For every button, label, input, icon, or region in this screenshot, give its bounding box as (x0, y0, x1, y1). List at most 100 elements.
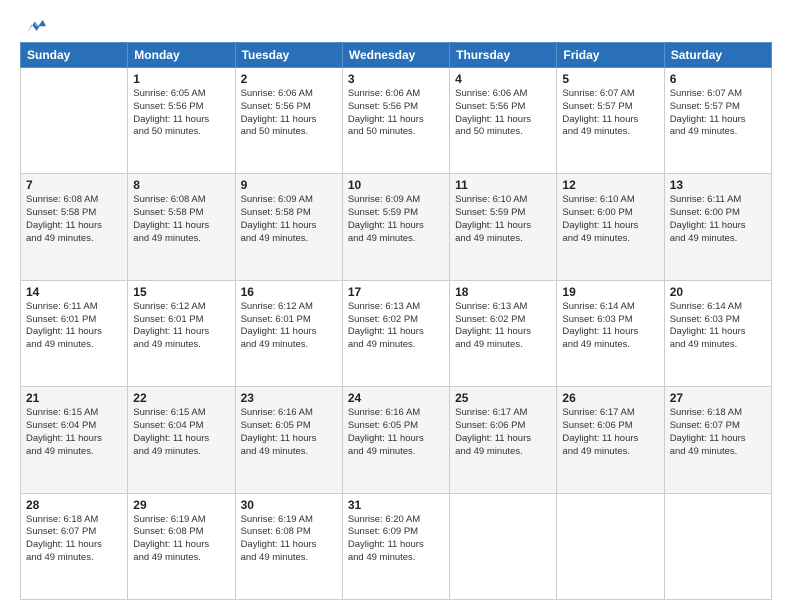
calendar-cell: 24 Sunrise: 6:16 AM Sunset: 6:05 PM Dayli… (342, 387, 449, 493)
day-info: Sunrise: 6:11 AM Sunset: 6:00 PM Dayligh… (670, 194, 766, 245)
day-info: Sunrise: 6:10 AM Sunset: 6:00 PM Dayligh… (562, 194, 658, 245)
day-number: 9 (241, 178, 337, 192)
calendar-cell: 15 Sunrise: 6:12 AM Sunset: 6:01 PM Dayli… (128, 280, 235, 386)
day-info: Sunrise: 6:12 AM Sunset: 6:01 PM Dayligh… (133, 301, 229, 352)
weekday-header-friday: Friday (557, 43, 664, 68)
day-info: Sunrise: 6:11 AM Sunset: 6:01 PM Dayligh… (26, 301, 122, 352)
day-info: Sunrise: 6:13 AM Sunset: 6:02 PM Dayligh… (348, 301, 444, 352)
calendar-table: SundayMondayTuesdayWednesdayThursdayFrid… (20, 42, 772, 600)
day-number: 16 (241, 285, 337, 299)
calendar-cell (21, 68, 128, 174)
day-number: 29 (133, 498, 229, 512)
calendar-week-row: 21Sunrise: 6:15 AM Sunset: 6:04 PM Dayli… (21, 387, 772, 493)
calendar-cell: 11Sunrise: 6:10 AM Sunset: 5:59 PM Dayli… (450, 174, 557, 280)
day-number: 15 (133, 285, 229, 299)
day-number: 18 (455, 285, 551, 299)
day-number: 19 (562, 285, 658, 299)
calendar-cell: 6 Sunrise: 6:07 AM Sunset: 5:57 PM Daylig… (664, 68, 771, 174)
day-info: Sunrise: 6:08 AM Sunset: 5:58 PM Dayligh… (133, 194, 229, 245)
calendar-cell: 30 Sunrise: 6:19 AM Sunset: 6:08 PM Dayli… (235, 493, 342, 599)
calendar-cell: 5 Sunrise: 6:07 AM Sunset: 5:57 PM Daylig… (557, 68, 664, 174)
day-number: 26 (562, 391, 658, 405)
weekday-header-monday: Monday (128, 43, 235, 68)
calendar-cell: 18 Sunrise: 6:13 AM Sunset: 6:02 PM Dayli… (450, 280, 557, 386)
day-info: Sunrise: 6:16 AM Sunset: 6:05 PM Dayligh… (241, 407, 337, 458)
day-number: 6 (670, 72, 766, 86)
page: SundayMondayTuesdayWednesdayThursdayFrid… (0, 0, 792, 612)
day-number: 20 (670, 285, 766, 299)
calendar-cell: 25 Sunrise: 6:17 AM Sunset: 6:06 PM Dayli… (450, 387, 557, 493)
day-info: Sunrise: 6:14 AM Sunset: 6:03 PM Dayligh… (670, 301, 766, 352)
weekday-header-saturday: Saturday (664, 43, 771, 68)
day-info: Sunrise: 6:17 AM Sunset: 6:06 PM Dayligh… (562, 407, 658, 458)
calendar-cell (450, 493, 557, 599)
day-number: 1 (133, 72, 229, 86)
day-number: 27 (670, 391, 766, 405)
calendar-cell: 13 Sunrise: 6:11 AM Sunset: 6:00 PM Dayli… (664, 174, 771, 280)
day-number: 5 (562, 72, 658, 86)
weekday-header-thursday: Thursday (450, 43, 557, 68)
calendar-cell: 16 Sunrise: 6:12 AM Sunset: 6:01 PM Dayli… (235, 280, 342, 386)
calendar-cell: 28 Sunrise: 6:18 AM Sunset: 6:07 PM Dayli… (21, 493, 128, 599)
day-number: 23 (241, 391, 337, 405)
day-info: Sunrise: 6:07 AM Sunset: 5:57 PM Dayligh… (670, 88, 766, 139)
calendar-cell: 20 Sunrise: 6:14 AM Sunset: 6:03 PM Dayli… (664, 280, 771, 386)
day-info: Sunrise: 6:09 AM Sunset: 5:58 PM Dayligh… (241, 194, 337, 245)
day-info: Sunrise: 6:13 AM Sunset: 6:02 PM Dayligh… (455, 301, 551, 352)
day-info: Sunrise: 6:18 AM Sunset: 6:07 PM Dayligh… (26, 514, 122, 565)
day-number: 2 (241, 72, 337, 86)
calendar-cell: 21Sunrise: 6:15 AM Sunset: 6:04 PM Dayli… (21, 387, 128, 493)
calendar-cell: 8 Sunrise: 6:08 AM Sunset: 5:58 PM Daylig… (128, 174, 235, 280)
logo (20, 18, 46, 32)
calendar-cell: 3 Sunrise: 6:06 AM Sunset: 5:56 PM Daylig… (342, 68, 449, 174)
day-info: Sunrise: 6:20 AM Sunset: 6:09 PM Dayligh… (348, 514, 444, 565)
calendar-cell: 17 Sunrise: 6:13 AM Sunset: 6:02 PM Dayli… (342, 280, 449, 386)
calendar-cell: 10 Sunrise: 6:09 AM Sunset: 5:59 PM Dayli… (342, 174, 449, 280)
weekday-header-tuesday: Tuesday (235, 43, 342, 68)
day-number: 25 (455, 391, 551, 405)
day-number: 7 (26, 178, 122, 192)
day-number: 30 (241, 498, 337, 512)
calendar-cell: 12 Sunrise: 6:10 AM Sunset: 6:00 PM Dayli… (557, 174, 664, 280)
day-info: Sunrise: 6:15 AM Sunset: 6:04 PM Dayligh… (26, 407, 122, 458)
day-number: 3 (348, 72, 444, 86)
calendar-week-row: 7 Sunrise: 6:08 AM Sunset: 5:58 PM Daylig… (21, 174, 772, 280)
calendar-cell (557, 493, 664, 599)
day-number: 31 (348, 498, 444, 512)
calendar-cell: 29 Sunrise: 6:19 AM Sunset: 6:08 PM Dayli… (128, 493, 235, 599)
day-info: Sunrise: 6:17 AM Sunset: 6:06 PM Dayligh… (455, 407, 551, 458)
day-number: 14 (26, 285, 122, 299)
day-number: 24 (348, 391, 444, 405)
calendar-cell: 31 Sunrise: 6:20 AM Sunset: 6:09 PM Dayli… (342, 493, 449, 599)
day-info: Sunrise: 6:19 AM Sunset: 6:08 PM Dayligh… (241, 514, 337, 565)
day-info: Sunrise: 6:10 AM Sunset: 5:59 PM Dayligh… (455, 194, 551, 245)
calendar-cell: 23 Sunrise: 6:16 AM Sunset: 6:05 PM Dayli… (235, 387, 342, 493)
day-number: 10 (348, 178, 444, 192)
day-number: 28 (26, 498, 122, 512)
day-number: 12 (562, 178, 658, 192)
day-info: Sunrise: 6:09 AM Sunset: 5:59 PM Dayligh… (348, 194, 444, 245)
calendar-week-row: 14 Sunrise: 6:11 AM Sunset: 6:01 PM Dayli… (21, 280, 772, 386)
day-info: Sunrise: 6:06 AM Sunset: 5:56 PM Dayligh… (455, 88, 551, 139)
calendar-cell: 4 Sunrise: 6:06 AM Sunset: 5:56 PM Daylig… (450, 68, 557, 174)
day-number: 17 (348, 285, 444, 299)
day-info: Sunrise: 6:16 AM Sunset: 6:05 PM Dayligh… (348, 407, 444, 458)
day-number: 22 (133, 391, 229, 405)
calendar-cell: 22 Sunrise: 6:15 AM Sunset: 6:04 PM Dayli… (128, 387, 235, 493)
weekday-header-wednesday: Wednesday (342, 43, 449, 68)
calendar-week-row: 28 Sunrise: 6:18 AM Sunset: 6:07 PM Dayli… (21, 493, 772, 599)
day-info: Sunrise: 6:07 AM Sunset: 5:57 PM Dayligh… (562, 88, 658, 139)
day-info: Sunrise: 6:12 AM Sunset: 6:01 PM Dayligh… (241, 301, 337, 352)
day-number: 13 (670, 178, 766, 192)
calendar-cell (664, 493, 771, 599)
day-number: 4 (455, 72, 551, 86)
day-info: Sunrise: 6:18 AM Sunset: 6:07 PM Dayligh… (670, 407, 766, 458)
day-info: Sunrise: 6:06 AM Sunset: 5:56 PM Dayligh… (348, 88, 444, 139)
calendar-cell: 9 Sunrise: 6:09 AM Sunset: 5:58 PM Daylig… (235, 174, 342, 280)
day-info: Sunrise: 6:15 AM Sunset: 6:04 PM Dayligh… (133, 407, 229, 458)
day-number: 8 (133, 178, 229, 192)
day-info: Sunrise: 6:19 AM Sunset: 6:08 PM Dayligh… (133, 514, 229, 565)
calendar-cell: 19Sunrise: 6:14 AM Sunset: 6:03 PM Dayli… (557, 280, 664, 386)
calendar-cell: 27 Sunrise: 6:18 AM Sunset: 6:07 PM Dayli… (664, 387, 771, 493)
day-info: Sunrise: 6:05 AM Sunset: 5:56 PM Dayligh… (133, 88, 229, 139)
